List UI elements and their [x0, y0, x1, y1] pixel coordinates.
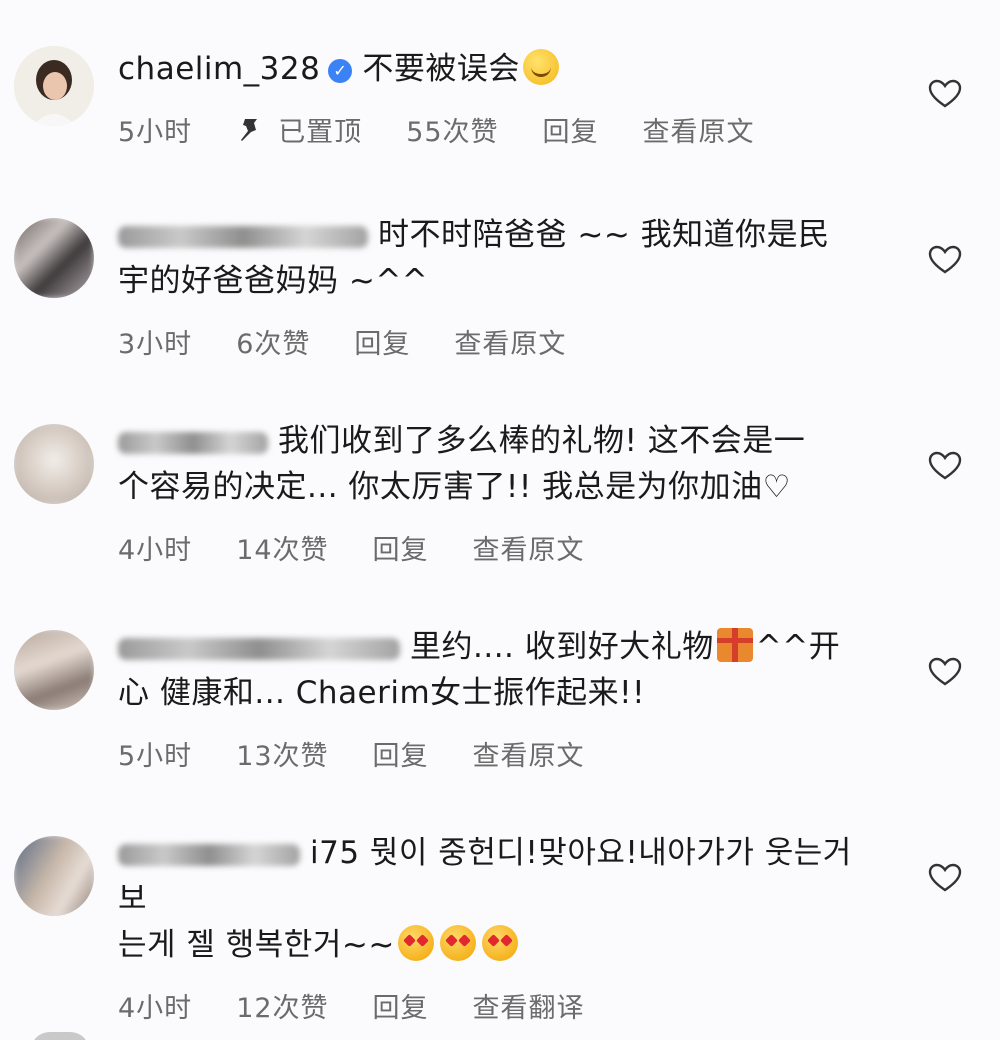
pin-icon — [241, 118, 258, 141]
comment-meta: 5小时 13次赞 回复 查看原文 — [118, 734, 878, 773]
comment-body: 里约.... 收到好大礼物 ^^开 心 健康和... Chaerim女士振作起来!… — [118, 624, 878, 773]
see-original-button[interactable]: 查看原文 — [473, 528, 585, 567]
likes-count[interactable]: 13次赞 — [236, 734, 328, 773]
verified-badge-icon: ✓ — [328, 59, 353, 83]
comment-time: 5小时 — [118, 117, 193, 148]
comment-time: 5小时 — [118, 741, 193, 772]
comment-body: 时不时陪爸爸 ~~ 我知道你是民 宇的好爸爸妈妈 ~^^ 3小时 6次赞 回复 … — [118, 212, 878, 361]
comment-meta: 4小时 12次赞 回复 查看翻译 — [118, 986, 878, 1025]
comment-meta: 4小时 14次赞 回复 查看原文 — [118, 528, 878, 567]
pinned-label: 已置顶 — [278, 117, 363, 148]
comment-content: 는게 젤 행복한거~~ — [118, 927, 395, 963]
avatar[interactable] — [14, 630, 94, 710]
comment-time: 4小时 — [118, 993, 193, 1024]
comment-text: 时不时陪爸爸 ~~ 我知道你是民 宇的好爸爸妈妈 ~^^ — [118, 212, 878, 304]
comment-content: 时不时陪爸爸 ~~ 我知道你是民 — [378, 217, 830, 253]
blurred-username[interactable] — [118, 843, 300, 866]
avatar[interactable] — [14, 46, 94, 126]
comment-meta: 5小时 已置顶 55次赞 回复 查看原文 — [118, 110, 878, 149]
blurred-username[interactable] — [118, 637, 400, 660]
laughing-emoji-icon — [522, 49, 559, 85]
see-original-button[interactable]: 查看原文 — [473, 734, 585, 773]
comment-content: ^^开 — [755, 629, 841, 665]
see-translation-button[interactable]: 查看翻译 — [473, 986, 585, 1025]
see-original-button[interactable]: 查看原文 — [643, 110, 755, 149]
avatar[interactable] — [30, 1032, 90, 1040]
comment-time: 4小时 — [118, 535, 193, 566]
likes-count[interactable]: 6次赞 — [236, 322, 310, 361]
comment-text: 里约.... 收到好大礼物 ^^开 心 健康和... Chaerim女士振作起来!… — [118, 624, 878, 716]
comment-username[interactable]: chaelim_328 — [118, 51, 320, 87]
comment-content: 宇的好爸爸妈妈 ~^^ — [118, 263, 429, 299]
gift-icon — [716, 628, 753, 662]
comment-content: 个容易的决定... 你太厉害了!! 我总是为你加油♡ — [118, 469, 791, 505]
heart-outline-icon[interactable] — [928, 863, 962, 893]
heart-outline-icon[interactable] — [928, 451, 962, 481]
likes-count[interactable]: 14次赞 — [236, 528, 328, 567]
likes-count[interactable]: 12次赞 — [236, 986, 328, 1025]
comment-content: 心 健康和... Chaerim女士振作起来!! — [118, 675, 646, 711]
comment-meta: 3小时 6次赞 回复 查看原文 — [118, 322, 878, 361]
comment-text: 我们收到了多么棒的礼物! 这不会是一 个容易的决定... 你太厉害了!! 我总是… — [118, 418, 878, 510]
avatar[interactable] — [14, 836, 94, 916]
comment-time: 3小时 — [118, 329, 193, 360]
heart-eyes-emoji-icon — [481, 925, 518, 961]
reply-button[interactable]: 回复 — [543, 110, 599, 149]
blurred-username[interactable] — [118, 225, 368, 248]
heart-eyes-emoji-icon — [439, 925, 476, 961]
heart-outline-icon[interactable] — [928, 245, 962, 275]
heart-outline-icon[interactable] — [928, 79, 962, 109]
comment-body: i75 뭣이 중헌디!맞아요!내아가가 웃는거 보 는게 젤 행복한거~~ 4小… — [118, 830, 878, 1025]
comment-content: 我们收到了多么棒的礼物! 这不会是一 — [278, 423, 806, 459]
see-original-button[interactable]: 查看原文 — [454, 322, 566, 361]
comment-text: chaelim_328 ✓ 不要被误会 — [118, 46, 878, 92]
avatar[interactable] — [14, 218, 94, 298]
comment-body: 我们收到了多么棒的礼物! 这不会是一 个容易的决定... 你太厉害了!! 我总是… — [118, 418, 878, 567]
heart-outline-icon[interactable] — [928, 657, 962, 687]
reply-button[interactable]: 回复 — [373, 734, 429, 773]
heart-eyes-emoji-icon — [397, 925, 434, 961]
comment-body: chaelim_328 ✓ 不要被误会 5小时 已置顶 55次赞 回复 查看原文 — [118, 46, 878, 149]
reply-button[interactable]: 回复 — [354, 322, 410, 361]
comment-content: 里约.... 收到好大礼物 — [410, 629, 714, 665]
comment-content: 不要被误会 — [362, 51, 520, 87]
blurred-username[interactable] — [118, 431, 268, 454]
reply-button[interactable]: 回复 — [373, 986, 429, 1025]
comment-text: i75 뭣이 중헌디!맞아요!내아가가 웃는거 보 는게 젤 행복한거~~ — [118, 830, 878, 968]
avatar[interactable] — [14, 424, 94, 504]
reply-button[interactable]: 回复 — [373, 528, 429, 567]
likes-count[interactable]: 55次赞 — [406, 110, 498, 149]
